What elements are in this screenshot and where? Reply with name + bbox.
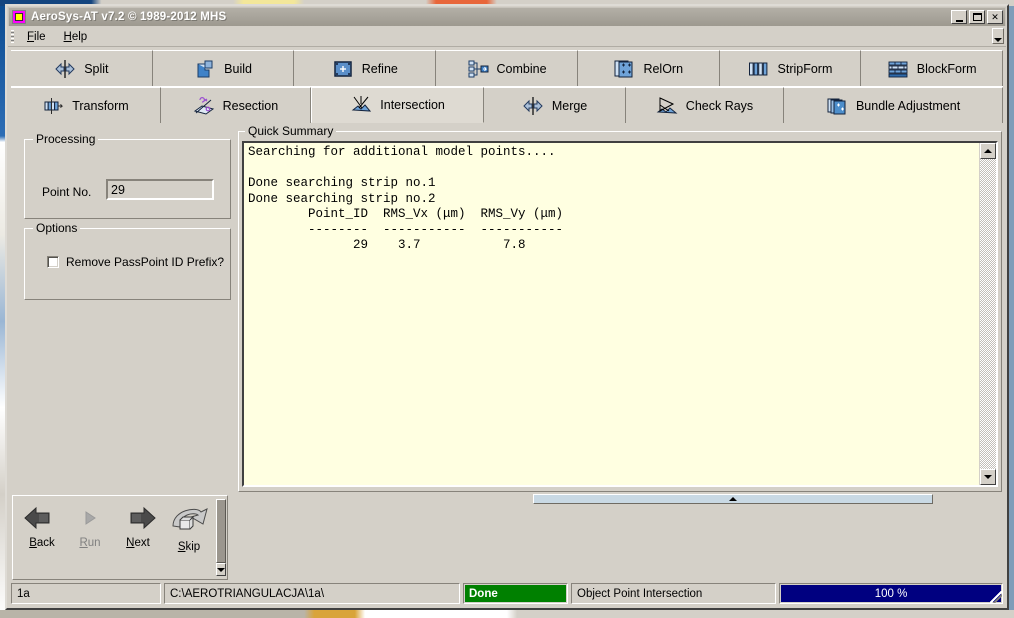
- nav-scrollbar-thumb[interactable]: [216, 499, 226, 563]
- point-no-label: Point No.: [42, 185, 92, 199]
- menu-overflow-button[interactable]: [992, 28, 1004, 44]
- options-group-title: Options: [33, 221, 81, 235]
- nav-label: Run: [79, 537, 101, 549]
- processing-group: Processing Point No.: [24, 132, 231, 219]
- scroll-down-button[interactable]: [980, 469, 996, 485]
- splitter-handle[interactable]: [533, 494, 933, 504]
- right-panel: Quick Summary Searching for additional m…: [238, 124, 1002, 505]
- point-no-input[interactable]: [106, 179, 214, 200]
- tab-combine[interactable]: Combine: [436, 50, 578, 86]
- app-icon: [12, 10, 26, 24]
- tab-label: Intersection: [380, 98, 445, 112]
- tab-label: Build: [224, 61, 252, 76]
- tab-blockform[interactable]: BlockForm: [861, 50, 1004, 86]
- status-project: 1a: [11, 583, 161, 604]
- resize-grip[interactable]: [990, 591, 1002, 603]
- arrow-left-icon: [24, 506, 50, 530]
- nav-scrollbar[interactable]: [216, 499, 226, 576]
- maximize-button[interactable]: [969, 10, 985, 24]
- menu-item-file[interactable]: FFileile: [18, 29, 55, 45]
- stripform-icon: [748, 58, 770, 80]
- main-body: Processing Point No. Options Remove Pass…: [12, 106, 1002, 505]
- options-group: Options Remove PassPoint ID Prefix?: [24, 221, 231, 300]
- skip-arrow-icon: [172, 508, 208, 530]
- refine-icon: [332, 58, 354, 80]
- triangle-down-icon: [984, 475, 992, 479]
- status-bar: 1a C:\AEROTRIANGULACJA\1a\ Done Object P…: [11, 583, 1003, 604]
- relorn-icon: [613, 58, 635, 80]
- nav-label: Skip: [177, 541, 201, 553]
- tab-intersection[interactable]: Intersection: [310, 87, 485, 123]
- quick-summary-text[interactable]: Searching for additional model points...…: [244, 143, 979, 485]
- tab-label: RelOrn: [643, 61, 684, 76]
- navigation-toolbar: Back Run Next Skip: [12, 495, 228, 580]
- run-button[interactable]: Run: [66, 504, 114, 549]
- status-state-wrap: Done: [463, 583, 568, 604]
- remove-passpoint-prefix-label: Remove PassPoint ID Prefix?: [66, 255, 225, 269]
- remove-passpoint-prefix-row[interactable]: Remove PassPoint ID Prefix?: [47, 255, 224, 269]
- tab-relorn[interactable]: RelOrn: [577, 50, 720, 86]
- build-icon: [194, 58, 216, 80]
- status-path: C:\AEROTRIANGULACJA\1a\: [164, 583, 460, 604]
- toolbar-row-1: Split Build Refine Combine RelOrn StripF…: [11, 50, 1004, 87]
- blockform-icon: [887, 58, 909, 80]
- tab-split[interactable]: Split: [11, 50, 153, 86]
- minimize-button[interactable]: [951, 10, 967, 24]
- quick-summary-title: Quick Summary: [245, 124, 337, 138]
- quick-summary-group: Quick Summary Searching for additional m…: [238, 124, 1002, 492]
- tab-label: BlockForm: [916, 61, 977, 76]
- close-button[interactable]: ✕: [987, 10, 1003, 24]
- processing-group-title: Processing: [33, 132, 99, 146]
- triangle-up-icon: [984, 149, 992, 153]
- next-button[interactable]: Next: [114, 504, 162, 549]
- tab-stripform[interactable]: StripForm: [719, 50, 862, 86]
- window-title: AeroSys-AT v7.2 © 1989-2012 MHS: [31, 11, 227, 23]
- back-button[interactable]: Back: [18, 504, 66, 549]
- play-icon: [85, 511, 96, 525]
- scrollbar-track[interactable]: [980, 159, 996, 469]
- triangle-down-icon: [217, 567, 225, 572]
- remove-passpoint-prefix-checkbox[interactable]: [47, 256, 59, 268]
- tab-label: Refine: [361, 61, 398, 76]
- split-icon: [54, 58, 76, 80]
- left-panel: Processing Point No. Options Remove Pass…: [12, 131, 234, 492]
- status-task: Object Point Intersection: [571, 583, 776, 604]
- progress-bar-label: 100 %: [874, 587, 908, 600]
- skip-button[interactable]: Skip: [162, 504, 216, 553]
- nav-label: Next: [126, 537, 150, 549]
- tab-label: StripForm: [777, 61, 833, 76]
- combine-icon: [467, 58, 489, 80]
- quick-summary-textarea-wrap: Searching for additional model points...…: [242, 141, 998, 487]
- background-window-bottom: [0, 610, 1014, 618]
- nav-scroll-down-button[interactable]: [216, 563, 226, 576]
- intersection-icon: [350, 94, 372, 116]
- title-bar: AeroSys-AT v7.2 © 1989-2012 MHS ✕: [8, 7, 1006, 26]
- application-window: AeroSys-AT v7.2 © 1989-2012 MHS ✕ FFilei…: [5, 4, 1009, 610]
- nav-label: Back: [29, 537, 55, 549]
- quick-summary-scrollbar[interactable]: [979, 143, 996, 485]
- menu-bar: FFileile HHelpelp: [8, 27, 1006, 47]
- tab-build[interactable]: Build: [152, 50, 295, 86]
- chevron-down-icon: [994, 38, 1002, 42]
- horizontal-splitter[interactable]: [464, 493, 1002, 505]
- status-badge: Done: [465, 585, 566, 602]
- menu-item-help[interactable]: HHelpelp: [55, 29, 97, 45]
- tab-label: Combine: [496, 61, 547, 76]
- tab-refine[interactable]: Refine: [294, 50, 437, 86]
- scroll-up-button[interactable]: [980, 143, 996, 159]
- status-progress-wrap: 100 %: [779, 583, 1003, 604]
- menu-drag-grip[interactable]: [11, 30, 14, 43]
- arrow-right-icon: [130, 506, 156, 530]
- tab-label: Split: [84, 61, 109, 76]
- chevron-up-icon: [729, 497, 737, 501]
